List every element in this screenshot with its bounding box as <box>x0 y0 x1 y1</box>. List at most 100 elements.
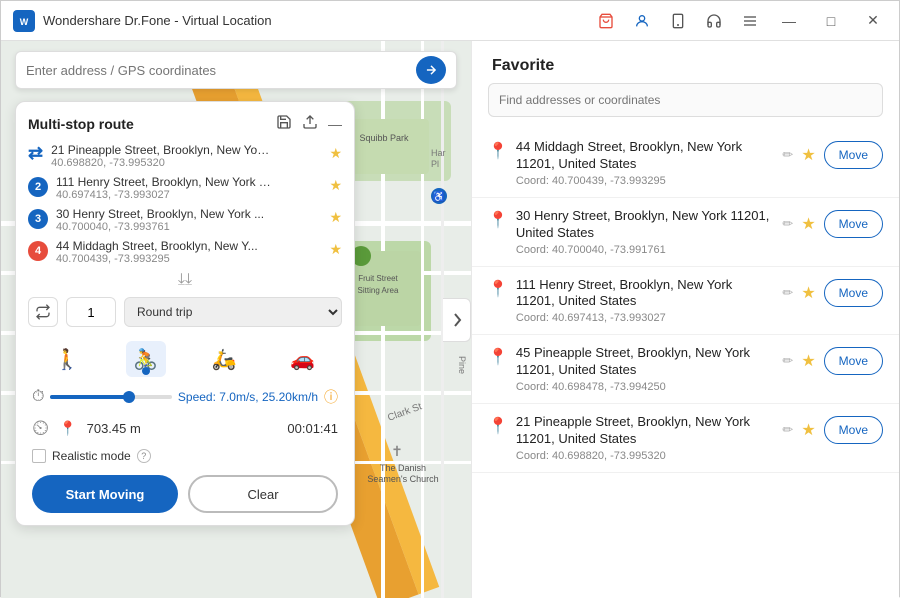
speed-value: Speed: 7.0m/s, 25.20km/h <box>178 390 318 404</box>
app-logo: W <box>13 10 35 32</box>
fav-1-star-icon[interactable]: ★ <box>801 145 815 165</box>
fav-5-edit-icon[interactable]: ✏ <box>782 422 793 438</box>
stop-3-star-icon[interactable]: ★ <box>329 209 342 226</box>
favorite-search[interactable] <box>488 83 883 117</box>
svg-text:✝: ✝ <box>391 443 403 459</box>
speed-slider[interactable] <box>50 395 171 399</box>
fav-1-info: 44 Middagh Street, Brooklyn, New York 11… <box>516 139 774 187</box>
headset-icon[interactable] <box>703 10 725 32</box>
panel-collapse-arrow[interactable] <box>443 298 471 342</box>
speed-info-icon[interactable]: ⓘ <box>324 387 338 407</box>
stop-2-info: 111 Henry Street, Brooklyn, New York Yor… <box>56 175 321 201</box>
fav-2-pin-icon: 📍 <box>488 210 508 230</box>
repeat-icon[interactable] <box>28 297 58 327</box>
transport-mode-row: 🚶 🚴 🛵 🚗 <box>28 337 342 381</box>
user-icon[interactable] <box>631 10 653 32</box>
route-save-icon[interactable] <box>276 114 292 133</box>
route-panel-header: Multi-stop route — <box>28 114 342 133</box>
repeat-count-input[interactable] <box>66 297 116 327</box>
svg-text:Squibb Park: Squibb Park <box>359 133 409 143</box>
fav-2-coord: Coord: 40.700040, -73.991761 <box>516 244 774 256</box>
fav-3-edit-icon[interactable]: ✏ <box>782 285 793 301</box>
search-submit-button[interactable] <box>416 56 446 84</box>
stop-1-info: 21 Pineapple Street, Brooklyn, New York … <box>51 143 321 169</box>
route-stop-3: 3 30 Henry Street, Brooklyn, New York ..… <box>28 207 342 233</box>
cycle-mode-button[interactable]: 🚴 <box>126 341 166 377</box>
search-input[interactable] <box>26 63 416 78</box>
realistic-mode-label: Realistic mode <box>52 449 131 463</box>
more-stops-indicator: ⤓⤓ <box>28 271 342 289</box>
trip-mode-select[interactable]: One-way Round trip Loop <box>124 297 342 327</box>
fav-2-info: 30 Henry Street, Brooklyn, New York 1120… <box>516 208 774 256</box>
minimize-button[interactable]: — <box>775 10 803 32</box>
favorite-list: 📍 44 Middagh Street, Brooklyn, New York … <box>472 129 899 598</box>
realistic-mode-row: Realistic mode ? <box>28 449 342 463</box>
stop-1-address: 21 Pineapple Street, Brooklyn, New York … <box>51 143 271 157</box>
stop-1-star-icon[interactable]: ★ <box>329 145 342 162</box>
svg-text:Seamen's Church: Seamen's Church <box>367 474 438 484</box>
action-buttons-row: Start Moving Clear <box>28 475 342 513</box>
title-bar-left: W Wondershare Dr.Fone - Virtual Location <box>13 10 272 32</box>
fav-4-move-button[interactable]: Move <box>824 347 883 375</box>
realistic-mode-help-icon[interactable]: ? <box>137 449 151 463</box>
fav-2-move-button[interactable]: Move <box>824 210 883 238</box>
phone-icon[interactable] <box>667 10 689 32</box>
scooter-mode-button[interactable]: 🛵 <box>204 341 244 377</box>
favorite-search-input[interactable] <box>488 83 883 117</box>
stop-4-coord: 40.700439, -73.993295 <box>56 253 321 265</box>
stop-3-info: 30 Henry Street, Brooklyn, New York ... … <box>56 207 321 233</box>
fav-1-edit-icon[interactable]: ✏ <box>782 147 793 163</box>
fav-5-move-button[interactable]: Move <box>824 416 883 444</box>
start-moving-button[interactable]: Start Moving <box>32 475 178 513</box>
location-pin-icon: 📍 <box>59 420 76 437</box>
fav-4-star-icon[interactable]: ★ <box>801 351 815 371</box>
fav-3-move-button[interactable]: Move <box>824 279 883 307</box>
fav-2-star-icon[interactable]: ★ <box>801 214 815 234</box>
stop-2-number: 2 <box>28 177 48 197</box>
stop-3-coord: 40.700040, -73.993761 <box>56 221 321 233</box>
stop-1-arrow-icon: ⇄ <box>28 143 43 164</box>
left-panel: Squibb Park Fruit Street Sitting Area Th… <box>1 41 471 598</box>
walk-mode-button[interactable]: 🚶 <box>47 341 87 377</box>
route-collapse-icon[interactable]: — <box>328 116 342 132</box>
fav-5-star-icon[interactable]: ★ <box>801 420 815 440</box>
svg-text:Fruit Street: Fruit Street <box>358 274 398 283</box>
route-export-icon[interactable] <box>302 114 318 133</box>
svg-text:Sitting Area: Sitting Area <box>358 286 399 295</box>
fav-1-move-button[interactable]: Move <box>824 141 883 169</box>
app-title: Wondershare Dr.Fone - Virtual Location <box>43 13 272 28</box>
search-bar[interactable] <box>15 51 457 89</box>
speed-row: ⏱ Speed: 7.0m/s, 25.20km/h ⓘ <box>28 387 342 407</box>
maximize-button[interactable]: □ <box>817 10 845 32</box>
car-mode-button[interactable]: 🚗 <box>283 341 323 377</box>
favorite-item-3: 📍 111 Henry Street, Brooklyn, New York 1… <box>472 267 899 336</box>
stop-4-star-icon[interactable]: ★ <box>329 241 342 258</box>
speed-slider-fill <box>50 395 129 399</box>
favorite-item-2: 📍 30 Henry Street, Brooklyn, New York 11… <box>472 198 899 267</box>
speed-slider-thumb <box>123 391 135 403</box>
title-bar: W Wondershare Dr.Fone - Virtual Location… <box>1 1 899 41</box>
svg-text:The Danish: The Danish <box>380 463 426 473</box>
realistic-mode-checkbox[interactable] <box>32 449 46 463</box>
fav-2-edit-icon[interactable]: ✏ <box>782 216 793 232</box>
close-button[interactable]: ✕ <box>859 10 887 32</box>
fav-4-edit-icon[interactable]: ✏ <box>782 353 793 369</box>
favorite-item-5: 📍 21 Pineapple Street, Brooklyn, New Yor… <box>472 404 899 473</box>
route-stop-4: 4 44 Middagh Street, Brooklyn, New Y... … <box>28 239 342 265</box>
repeat-row: One-way Round trip Loop <box>28 297 342 327</box>
route-stop-2: 2 111 Henry Street, Brooklyn, New York Y… <box>28 175 342 201</box>
fav-4-name: 45 Pineapple Street, Brooklyn, New York … <box>516 345 774 379</box>
fav-1-actions: ✏ ★ Move <box>782 141 883 169</box>
route-panel-title: Multi-stop route <box>28 116 134 132</box>
route-stop-1: ⇄ 21 Pineapple Street, Brooklyn, New Yor… <box>28 143 342 169</box>
stop-4-info: 44 Middagh Street, Brooklyn, New Y... 40… <box>56 239 321 265</box>
fav-4-coord: Coord: 40.698478, -73.994250 <box>516 381 774 393</box>
menu-icon[interactable] <box>739 10 761 32</box>
clear-button[interactable]: Clear <box>188 475 338 513</box>
fav-4-pin-icon: 📍 <box>488 347 508 367</box>
stop-2-star-icon[interactable]: ★ <box>329 177 342 194</box>
fav-4-info: 45 Pineapple Street, Brooklyn, New York … <box>516 345 774 393</box>
fav-3-star-icon[interactable]: ★ <box>801 283 815 303</box>
cart-icon[interactable] <box>595 10 617 32</box>
fav-3-name: 111 Henry Street, Brooklyn, New York 112… <box>516 277 774 311</box>
